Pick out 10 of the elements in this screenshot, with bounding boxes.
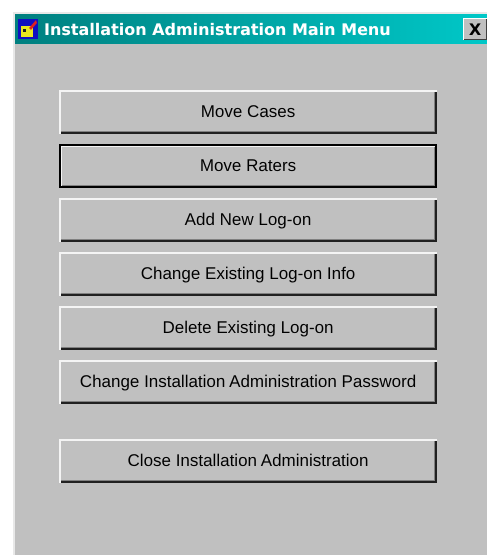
window-title: Installation Administration Main Menu: [44, 20, 392, 38]
menu-button[interactable]: Move Raters: [59, 144, 437, 188]
close-button[interactable]: X: [463, 18, 487, 40]
menu-button[interactable]: Add New Log-on: [59, 198, 437, 242]
app-icon: [18, 19, 38, 39]
menu-button[interactable]: Change Existing Log-on Info: [59, 252, 437, 296]
menu-button[interactable]: Delete Existing Log-on: [59, 306, 437, 350]
menu-button[interactable]: Move Cases: [59, 90, 437, 134]
menu-button[interactable]: Change Installation Administration Password: [59, 360, 437, 404]
close-administration-button[interactable]: Close Installation Administration: [59, 439, 437, 483]
